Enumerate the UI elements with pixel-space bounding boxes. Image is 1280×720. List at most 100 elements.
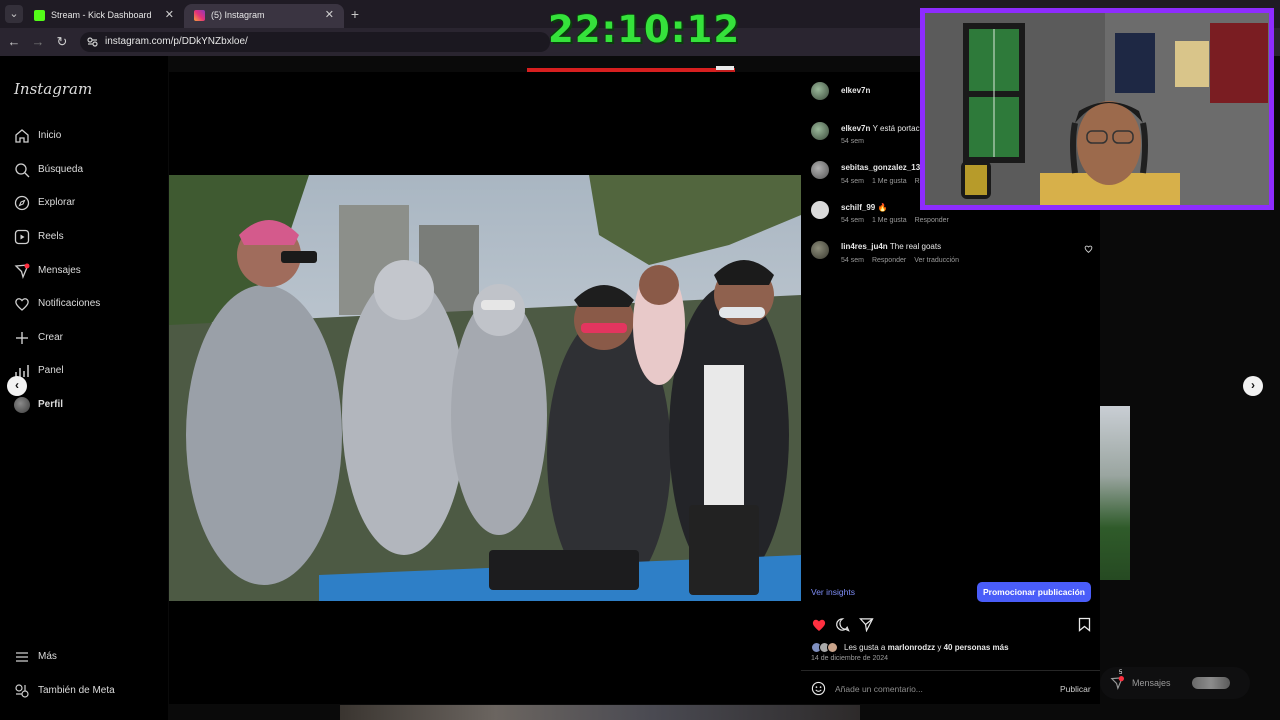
like-heart-filled-icon[interactable] (811, 617, 827, 632)
comment-time: 54 sem (841, 178, 864, 185)
comment-user[interactable]: lin4res_ju4n (841, 242, 888, 251)
messages-icon (1110, 676, 1124, 690)
comment-meta: 54 sem 1 Me gusta Responder (841, 217, 957, 224)
reload-icon[interactable]: ↻ (54, 34, 70, 50)
comment-likes[interactable]: 1 Me gusta (872, 178, 907, 185)
tab-list-chevron-icon[interactable]: ⌄ (5, 5, 23, 23)
promote-post-button[interactable]: Promocionar publicación (977, 582, 1091, 602)
previous-post-button[interactable]: ‹ (7, 376, 27, 396)
avatar (14, 397, 30, 413)
comment-item: schilf_99 🔥 (841, 203, 887, 212)
messages-label: Mensajes (1132, 678, 1171, 688)
post-author[interactable]: elkev7n (841, 86, 870, 95)
tab-instagram[interactable]: (5) Instagram ✕ (184, 4, 344, 28)
comment-translate[interactable]: Ver traducción (914, 257, 959, 264)
likes-rest[interactable]: 40 personas más (944, 643, 1009, 652)
nav-item-explorar[interactable]: Explorar (14, 193, 164, 215)
save-bookmark-icon[interactable] (1078, 617, 1091, 632)
feed-thumbnail[interactable] (1100, 406, 1130, 580)
heart-icon (15, 298, 29, 311)
next-post-button[interactable]: › (1243, 376, 1263, 396)
comment-bubble-icon[interactable] (835, 617, 850, 632)
comment-reply[interactable]: Responder (915, 217, 949, 224)
new-tab-button[interactable]: + (346, 5, 364, 23)
comment-item: lin4res_ju4n The real goats (841, 242, 941, 251)
reels-icon (14, 229, 30, 245)
comment-item: elkev7n Y está portac (841, 124, 920, 133)
tab-close-icon[interactable]: ✕ (325, 8, 334, 21)
forward-arrow-icon[interactable]: → (30, 34, 46, 50)
menu-icon (16, 652, 28, 662)
instagram-logo[interactable]: Instagram (14, 80, 92, 98)
comment-user[interactable]: elkev7n (841, 124, 870, 133)
comment-text: 🔥 (877, 203, 888, 212)
nav-item-tambien-de-meta[interactable]: También de Meta (14, 681, 164, 703)
comment-like-heart-icon[interactable] (1084, 245, 1093, 253)
nav-label: Más (38, 651, 57, 662)
comment-reply[interactable]: Responder (872, 257, 906, 264)
nav-item-mas[interactable]: Más (14, 647, 164, 669)
tab-close-icon[interactable]: ✕ (165, 8, 174, 21)
nav-item-perfil[interactable]: Perfil (14, 395, 164, 417)
comment-meta: 54 sem 1 Me gusta R (841, 178, 928, 185)
nav-item-mensajes[interactable]: Mensajes (14, 261, 164, 283)
site-settings-icon[interactable] (87, 37, 98, 47)
nav-item-notificaciones[interactable]: Notificaciones (14, 294, 164, 316)
comment-user[interactable]: sebitas_gonzalez_130 (841, 163, 925, 172)
tab-kick-dashboard[interactable]: Stream - Kick Dashboard ✕ (24, 4, 184, 28)
share-send-icon[interactable] (859, 617, 874, 632)
divider (801, 670, 1100, 671)
webcam-feed (925, 13, 1269, 205)
kick-favicon-icon (34, 10, 45, 21)
url-text: instagram.com/p/DDkYNZbxloe/ (105, 36, 248, 47)
meta-icon (15, 684, 29, 698)
feed-strip (340, 705, 860, 720)
comment-reply[interactable]: R (915, 178, 920, 185)
nav-label: Explorar (38, 197, 76, 208)
emoji-smiley-icon[interactable] (811, 681, 826, 696)
view-insights-link[interactable]: Ver insights (811, 587, 855, 597)
comment-meta: 54 sem (841, 138, 872, 145)
likes-summary[interactable]: Les gusta a marlonrodzz y 40 personas má… (844, 643, 1009, 652)
nav-label: Panel (38, 365, 64, 376)
nav-item-reels[interactable]: Reels (14, 227, 164, 249)
comment-input[interactable]: Añade un comentario... (835, 684, 923, 694)
nav-item-panel[interactable]: Panel (14, 361, 164, 383)
comment-avatar[interactable] (811, 241, 829, 259)
compass-icon (14, 195, 30, 211)
chat-avatars (1192, 677, 1230, 689)
messages-pill[interactable]: 5 Mensajes (1100, 667, 1250, 699)
plus-icon (16, 332, 28, 344)
post-photo (169, 175, 801, 601)
comment-avatar[interactable] (811, 161, 829, 179)
webcam-overlay (920, 8, 1274, 210)
nav-label: También de Meta (38, 685, 115, 696)
comment-time: 54 sem (841, 217, 864, 224)
comment-user[interactable]: schilf_99 (841, 203, 875, 212)
messages-badge: 5 (1119, 670, 1123, 676)
tab-label: (5) Instagram (211, 10, 265, 20)
comment-avatar[interactable] (811, 201, 829, 219)
nav-label: Crear (38, 332, 64, 343)
comment-meta: 54 sem Responder Ver traducción (841, 257, 967, 264)
liker-avatars (811, 642, 841, 653)
likes-mid: y (935, 643, 944, 652)
nav-item-crear[interactable]: Crear (14, 328, 164, 350)
post-media[interactable] (169, 72, 801, 704)
comment-text: The real goats (889, 242, 942, 251)
comment-time: 54 sem (841, 257, 864, 264)
nav-item-busqueda[interactable]: Búsqueda (14, 160, 164, 182)
post-date: 14 de diciembre de 2024 (811, 655, 889, 662)
comment-text: Y está portac (872, 124, 920, 133)
url-field[interactable]: instagram.com/p/DDkYNZbxloe/ (80, 32, 550, 52)
publish-comment-button[interactable]: Publicar (1060, 684, 1091, 694)
likes-user[interactable]: marlonrodzz (888, 643, 936, 652)
comment-likes[interactable]: 1 Me gusta (872, 217, 907, 224)
nav-label: Notificaciones (38, 298, 101, 309)
comment-time: 54 sem (841, 138, 864, 145)
tab-label: Stream - Kick Dashboard (51, 10, 152, 20)
comment-avatar[interactable] (811, 122, 829, 140)
back-arrow-icon[interactable]: ← (6, 34, 22, 50)
author-avatar[interactable] (811, 82, 829, 100)
nav-item-inicio[interactable]: Inicio (14, 126, 164, 148)
